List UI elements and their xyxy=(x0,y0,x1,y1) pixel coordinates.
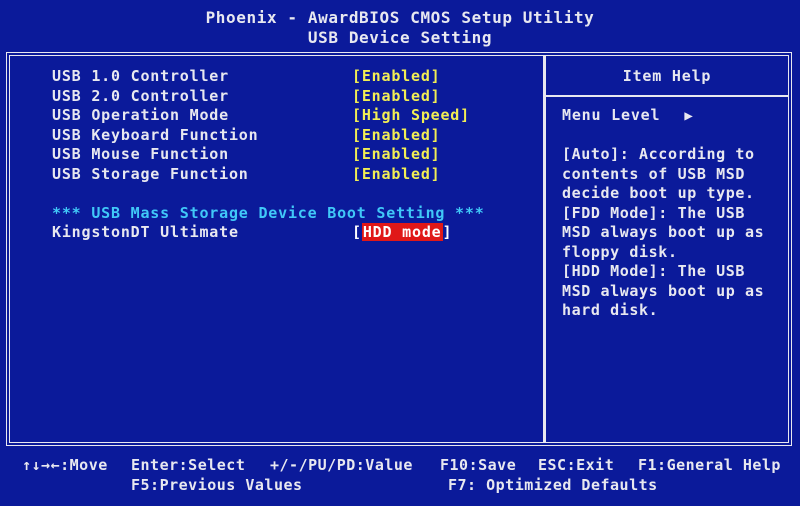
setting-usb2-controller[interactable]: USB 2.0 Controller [Enabled] xyxy=(52,87,532,107)
setting-value[interactable]: [Enabled] xyxy=(352,87,440,107)
key-defaults: F7: Optimized Defaults xyxy=(448,476,658,494)
section-title: *** USB Mass Storage Device Boot Setting… xyxy=(52,203,485,222)
bracket-open: [ xyxy=(352,223,362,241)
setting-usb-operation-mode[interactable]: USB Operation Mode [High Speed] xyxy=(52,106,532,126)
help-line: MSD always boot up as xyxy=(562,281,765,300)
setting-value[interactable]: [Enabled] xyxy=(352,145,440,165)
bracket-close: ] xyxy=(442,223,453,241)
setting-label: USB Keyboard Function xyxy=(52,125,259,144)
setting-usb-keyboard-function[interactable]: USB Keyboard Function [Enabled] xyxy=(52,126,532,146)
key-value: +/-/PU/PD:Value xyxy=(270,456,413,474)
help-line: floppy disk. xyxy=(562,242,678,261)
setting-value[interactable]: [Enabled] xyxy=(352,165,440,185)
key-exit: ESC:Exit xyxy=(538,456,615,474)
setting-label: USB Storage Function xyxy=(52,164,249,183)
key-help: F1:General Help xyxy=(638,456,781,474)
help-line: [FDD Mode]: The USB xyxy=(562,203,745,222)
help-line: [HDD Mode]: The USB xyxy=(562,262,745,280)
setting-kingston-device[interactable]: KingstonDT Ultimate [HDD mode] xyxy=(52,223,532,243)
help-line: decide boot up type. xyxy=(562,184,755,202)
key-move: ↑↓→←:Move xyxy=(22,456,108,474)
setting-label: USB Operation Mode xyxy=(52,106,229,124)
selected-setting-value[interactable]: [HDD mode] xyxy=(352,223,452,243)
setting-label: USB Mouse Function xyxy=(52,145,229,163)
menu-level-arrow-icon: ▶ xyxy=(684,108,694,124)
help-text: [Auto]: According to contents of USB MSD… xyxy=(562,145,784,321)
menu-level-label: Menu Level xyxy=(562,106,661,124)
menu-level: Menu Level ▶ xyxy=(562,106,694,127)
setting-usb-mouse-function[interactable]: USB Mouse Function [Enabled] xyxy=(52,145,532,165)
setting-label: USB 2.0 Controller xyxy=(52,86,229,105)
help-title-divider xyxy=(546,95,788,97)
setting-label: KingstonDT Ultimate xyxy=(52,223,239,241)
key-save: F10:Save xyxy=(440,456,517,474)
help-line: [Auto]: According to xyxy=(562,145,755,163)
key-previous: F5:Previous Values xyxy=(131,476,303,494)
help-line: contents of USB MSD xyxy=(562,164,745,183)
key-enter: Enter:Select xyxy=(131,456,246,474)
setting-label: USB 1.0 Controller xyxy=(52,67,229,85)
setting-value[interactable]: [High Speed] xyxy=(352,106,470,126)
utility-title: Phoenix - AwardBIOS CMOS Setup Utility xyxy=(205,8,595,27)
help-line: MSD always boot up as xyxy=(562,223,765,241)
highlighted-value[interactable]: HDD mode xyxy=(361,223,443,241)
bios-header: Phoenix - AwardBIOS CMOS Setup Utility U… xyxy=(0,8,800,48)
key-legend: ↑↓→←:Move Enter:Select +/-/PU/PD:Value F… xyxy=(0,456,800,496)
setting-usb1-controller[interactable]: USB 1.0 Controller [Enabled] xyxy=(52,67,532,87)
item-help-title: Item Help xyxy=(622,67,712,85)
section-heading: *** USB Mass Storage Device Boot Setting… xyxy=(52,204,532,224)
setting-value[interactable]: [Enabled] xyxy=(352,67,440,87)
panel-divider xyxy=(543,56,546,442)
help-line: hard disk. xyxy=(562,301,659,319)
setting-value[interactable]: [Enabled] xyxy=(352,126,440,146)
setting-usb-storage-function[interactable]: USB Storage Function [Enabled] xyxy=(52,165,532,185)
settings-panel: USB 1.0 Controller [Enabled] USB 2.0 Con… xyxy=(52,67,532,243)
page-title: USB Device Setting xyxy=(307,28,493,47)
